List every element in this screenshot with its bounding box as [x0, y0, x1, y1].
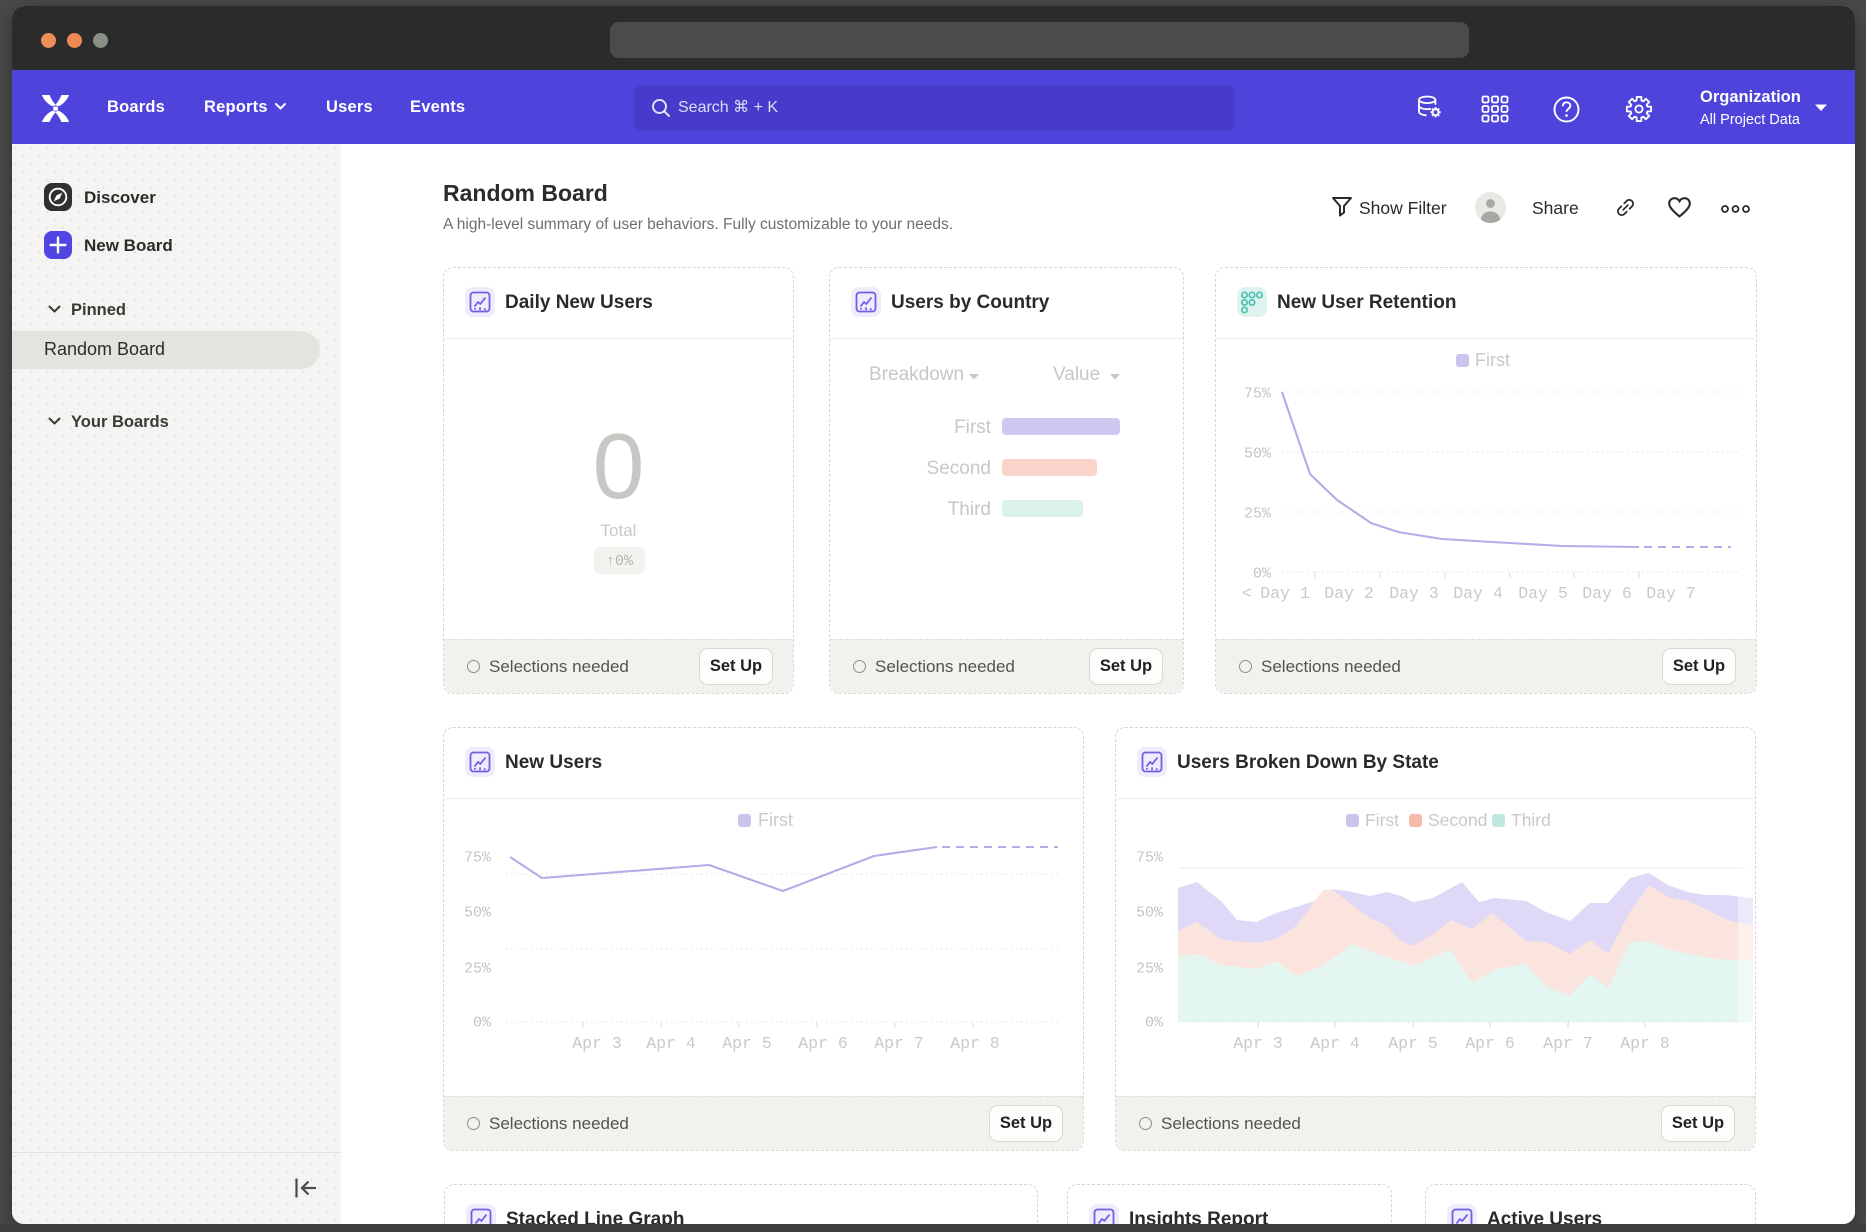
- svg-text:Apr 5: Apr 5: [722, 1034, 772, 1053]
- svg-text:Day 4: Day 4: [1453, 584, 1503, 603]
- svg-text:Day 5: Day 5: [1518, 584, 1568, 603]
- svg-text:Day 1: Day 1: [1260, 584, 1310, 603]
- svg-text:Apr 4: Apr 4: [1310, 1034, 1360, 1053]
- svg-text:75%: 75%: [1244, 386, 1272, 403]
- svg-text:Apr 3: Apr 3: [1233, 1034, 1283, 1053]
- svg-text:Second: Second: [1428, 810, 1487, 830]
- svg-text:25%: 25%: [1244, 506, 1272, 523]
- svg-text:50%: 50%: [464, 905, 492, 922]
- svg-text:First: First: [1475, 350, 1510, 370]
- svg-text:Day 7: Day 7: [1646, 584, 1696, 603]
- svg-text:0%: 0%: [1145, 1015, 1164, 1032]
- svg-text:Apr 7: Apr 7: [874, 1034, 924, 1053]
- svg-text:Apr 8: Apr 8: [1620, 1034, 1670, 1053]
- svg-text:Day 2: Day 2: [1324, 584, 1374, 603]
- svg-text:25%: 25%: [464, 961, 492, 978]
- svg-text:Apr 8: Apr 8: [950, 1034, 1000, 1053]
- svg-text:First: First: [758, 810, 793, 830]
- svg-text:Day 6: Day 6: [1582, 584, 1632, 603]
- svg-text:25%: 25%: [1136, 961, 1164, 978]
- svg-text:50%: 50%: [1244, 446, 1272, 463]
- svg-text:0%: 0%: [1253, 566, 1272, 583]
- svg-text:Apr 5: Apr 5: [1388, 1034, 1438, 1053]
- svg-text:Apr 6: Apr 6: [798, 1034, 848, 1053]
- svg-text:Apr 4: Apr 4: [646, 1034, 696, 1053]
- svg-text:75%: 75%: [1136, 850, 1164, 867]
- svg-text:<: <: [1242, 584, 1252, 603]
- svg-text:Day 3: Day 3: [1389, 584, 1439, 603]
- svg-text:First: First: [1365, 810, 1399, 830]
- svg-text:Apr 6: Apr 6: [1465, 1034, 1515, 1053]
- svg-text:Apr 3: Apr 3: [572, 1034, 622, 1053]
- svg-text:Third: Third: [1511, 810, 1551, 830]
- svg-text:50%: 50%: [1136, 905, 1164, 922]
- svg-text:75%: 75%: [464, 850, 492, 867]
- svg-text:0%: 0%: [473, 1015, 492, 1032]
- svg-text:Apr 7: Apr 7: [1543, 1034, 1593, 1053]
